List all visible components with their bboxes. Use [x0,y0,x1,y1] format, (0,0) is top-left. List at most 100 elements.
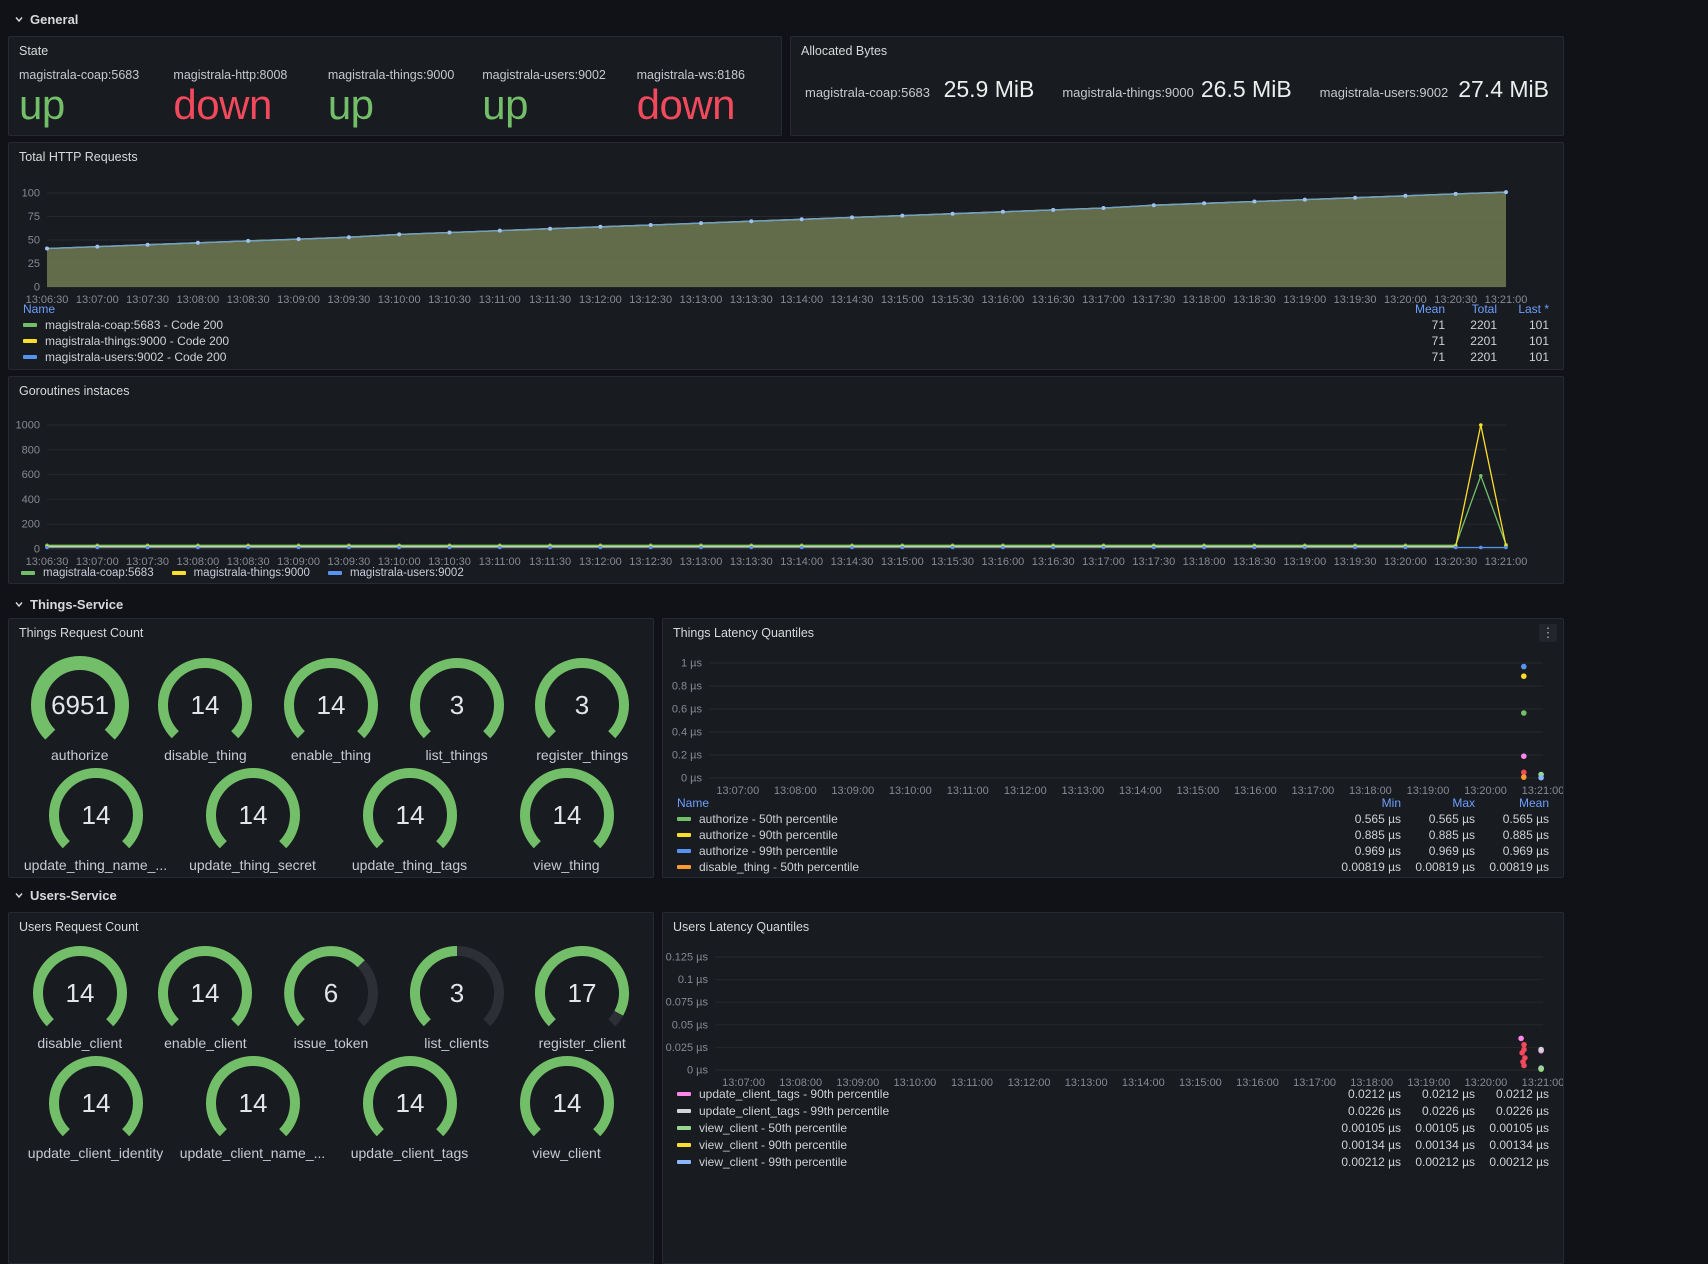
things-latency-chart[interactable]: 0 µs0.2 µs0.4 µs0.6 µs0.8 µs1 µs13:07:00… [663,653,1564,799]
data-point [599,546,603,550]
legend-row[interactable]: update_client_tags - 99th percentile0.02… [669,1102,1557,1119]
panel-title-users-latency[interactable]: Users Latency Quantiles [663,913,1563,934]
gauge-label: update_client_name_... [180,1145,326,1161]
section-row-users[interactable]: Users-Service [14,886,117,904]
gauge-dial: 3 [522,653,642,747]
panel-title-things-latency[interactable]: Things Latency Quantiles [663,619,1563,640]
legend-row[interactable]: view_client - 99th percentile0.00212 µs0… [669,1153,1557,1170]
gauge-dial: 14 [36,763,156,857]
y-axis-label: 100 [22,188,40,200]
gauge-dial: 14 [36,1051,156,1145]
data-point [397,232,401,236]
legend-header-col[interactable]: Mean [1475,796,1549,810]
section-row-general[interactable]: General [14,10,78,28]
legend-row[interactable]: view_client - 90th percentile0.00134 µs0… [669,1136,1557,1153]
gauge-register_client[interactable]: 17register_client [519,941,645,1051]
http-requests-chart[interactable]: 025507510013:06:3013:07:0013:07:3013:08:… [13,183,1561,307]
legend-row[interactable]: magistrala-users:9002 - Code 20071220110… [15,349,1557,365]
gauge-update_client_identity[interactable]: 14update_client_identity [17,1051,174,1161]
legend-item[interactable]: magistrala-users:9002 [328,567,464,579]
data-point [146,546,150,550]
gauge-register_things[interactable]: 3register_things [519,653,645,763]
legend-header-col[interactable]: Mean [1393,302,1445,316]
series-swatch [677,865,691,869]
legend-row[interactable]: disable_thing - 50th percentile0.00819 µ… [669,859,1557,875]
legend-header-col[interactable]: Total [1445,302,1497,316]
legend-row[interactable]: magistrala-things:9000 - Code 2007122011… [15,333,1557,349]
allocated-stats: magistrala-coap:568325.9 MiBmagistrala-t… [791,76,1563,103]
series-swatch [328,571,342,575]
data-point [1303,546,1307,550]
legend-header-name[interactable]: Name [677,796,709,810]
goroutines-chart[interactable]: 0200400600800100013:06:3013:07:0013:07:3… [13,413,1561,565]
stat-name: magistrala-users:9002 [482,68,606,82]
legend-value: 0.00134 µs [1327,1138,1401,1152]
legend-row[interactable]: authorize - 50th percentile0.565 µs0.565… [669,811,1557,827]
legend-value: 0.0212 µs [1401,1087,1475,1101]
legend-header: Name MinMaxMean [669,795,1557,811]
gauge-update_client_name_...[interactable]: 14update_client_name_... [174,1051,331,1161]
gauge-value: 6951 [51,690,109,720]
x-axis-label: 13:16:30 [1032,556,1075,565]
section-row-things[interactable]: Things-Service [14,595,123,613]
gauge-dial: 14 [350,763,470,857]
gauge-enable_thing[interactable]: 14enable_thing [268,653,394,763]
y-axis-label: 0.2 µs [672,750,703,762]
legend-value: 0.0212 µs [1475,1087,1549,1101]
gauge-update_thing_name_...[interactable]: 14update_thing_name_... [17,763,174,873]
gauge-dial: 14 [145,653,265,747]
legend-value: 0.565 µs [1327,812,1401,826]
legend-header-name[interactable]: Name [23,302,55,316]
gauge-enable_client[interactable]: 14enable_client [143,941,269,1051]
x-axis-label: 13:20:00 [1384,556,1427,565]
legend-header-col[interactable]: Max [1401,796,1475,810]
legend-header-col[interactable]: Last * [1497,302,1549,316]
gauge-label: update_thing_name_... [24,857,167,873]
gauge-label: register_client [539,1035,626,1051]
gauge-list_clients[interactable]: 3list_clients [394,941,520,1051]
gauge-disable_thing[interactable]: 14disable_thing [143,653,269,763]
legend-item[interactable]: magistrala-things:9000 [172,567,310,579]
panel-title-goroutines[interactable]: Goroutines instaces [9,377,1563,398]
gauge-update_thing_secret[interactable]: 14update_thing_secret [174,763,331,873]
legend-row[interactable]: update_client_tags - 90th percentile0.02… [669,1085,1557,1102]
data-point [699,221,703,225]
panel-title-allocated[interactable]: Allocated Bytes [791,37,1563,58]
gauge-update_client_tags[interactable]: 14update_client_tags [331,1051,488,1161]
gauge-list_things[interactable]: 3list_things [394,653,520,763]
panel-title-state[interactable]: State [9,37,781,58]
panel-title-users-count[interactable]: Users Request Count [9,913,653,934]
gauge-view_thing[interactable]: 14view_thing [488,763,645,873]
y-axis-label: 0.075 µs [666,997,709,1009]
legend-value: 0.00105 µs [1327,1121,1401,1135]
data-point [1479,474,1483,478]
legend-value: 0.565 µs [1401,812,1475,826]
http-legend: Name MeanTotalLast *magistrala-coap:5683 … [15,301,1557,365]
gauge-value: 14 [238,800,267,830]
legend-row[interactable]: magistrala-coap:5683 - Code 200712201101 [15,317,1557,333]
panel-title-things-count[interactable]: Things Request Count [9,619,653,640]
gauge-issue_token[interactable]: 6issue_token [268,941,394,1051]
gauge-authorize[interactable]: 6951authorize [17,653,143,763]
gauge-value: 6 [324,978,338,1008]
legend-item[interactable]: magistrala-coap:5683 [21,567,154,579]
x-axis-label: 13:19:30 [1334,556,1377,565]
gauge-view_client[interactable]: 14view_client [488,1051,645,1161]
gauge-disable_client[interactable]: 14disable_client [17,941,143,1051]
data-point [750,546,754,550]
series-name: view_client - 99th percentile [699,1155,847,1169]
data-point [900,214,904,218]
data-point [1253,546,1257,550]
gauge-value: 14 [191,690,220,720]
kebab-menu-icon[interactable]: ⋮ [1539,624,1557,642]
legend-row[interactable]: authorize - 90th percentile0.885 µs0.885… [669,827,1557,843]
legend-values: 0.885 µs0.885 µs0.885 µs [1327,828,1549,842]
legend-values: 0.00105 µs0.00105 µs0.00105 µs [1327,1121,1549,1135]
legend-header-col[interactable]: Min [1327,796,1401,810]
legend-row[interactable]: authorize - 99th percentile0.969 µs0.969… [669,843,1557,859]
legend-row[interactable]: view_client - 50th percentile0.00105 µs0… [669,1119,1557,1136]
gauge-label: register_things [536,747,628,763]
panel-title-http[interactable]: Total HTTP Requests [9,143,1563,164]
gauge-update_thing_tags[interactable]: 14update_thing_tags [331,763,488,873]
users-latency-chart[interactable]: 0 µs0.025 µs0.05 µs0.075 µs0.1 µs0.125 µ… [663,947,1564,1097]
